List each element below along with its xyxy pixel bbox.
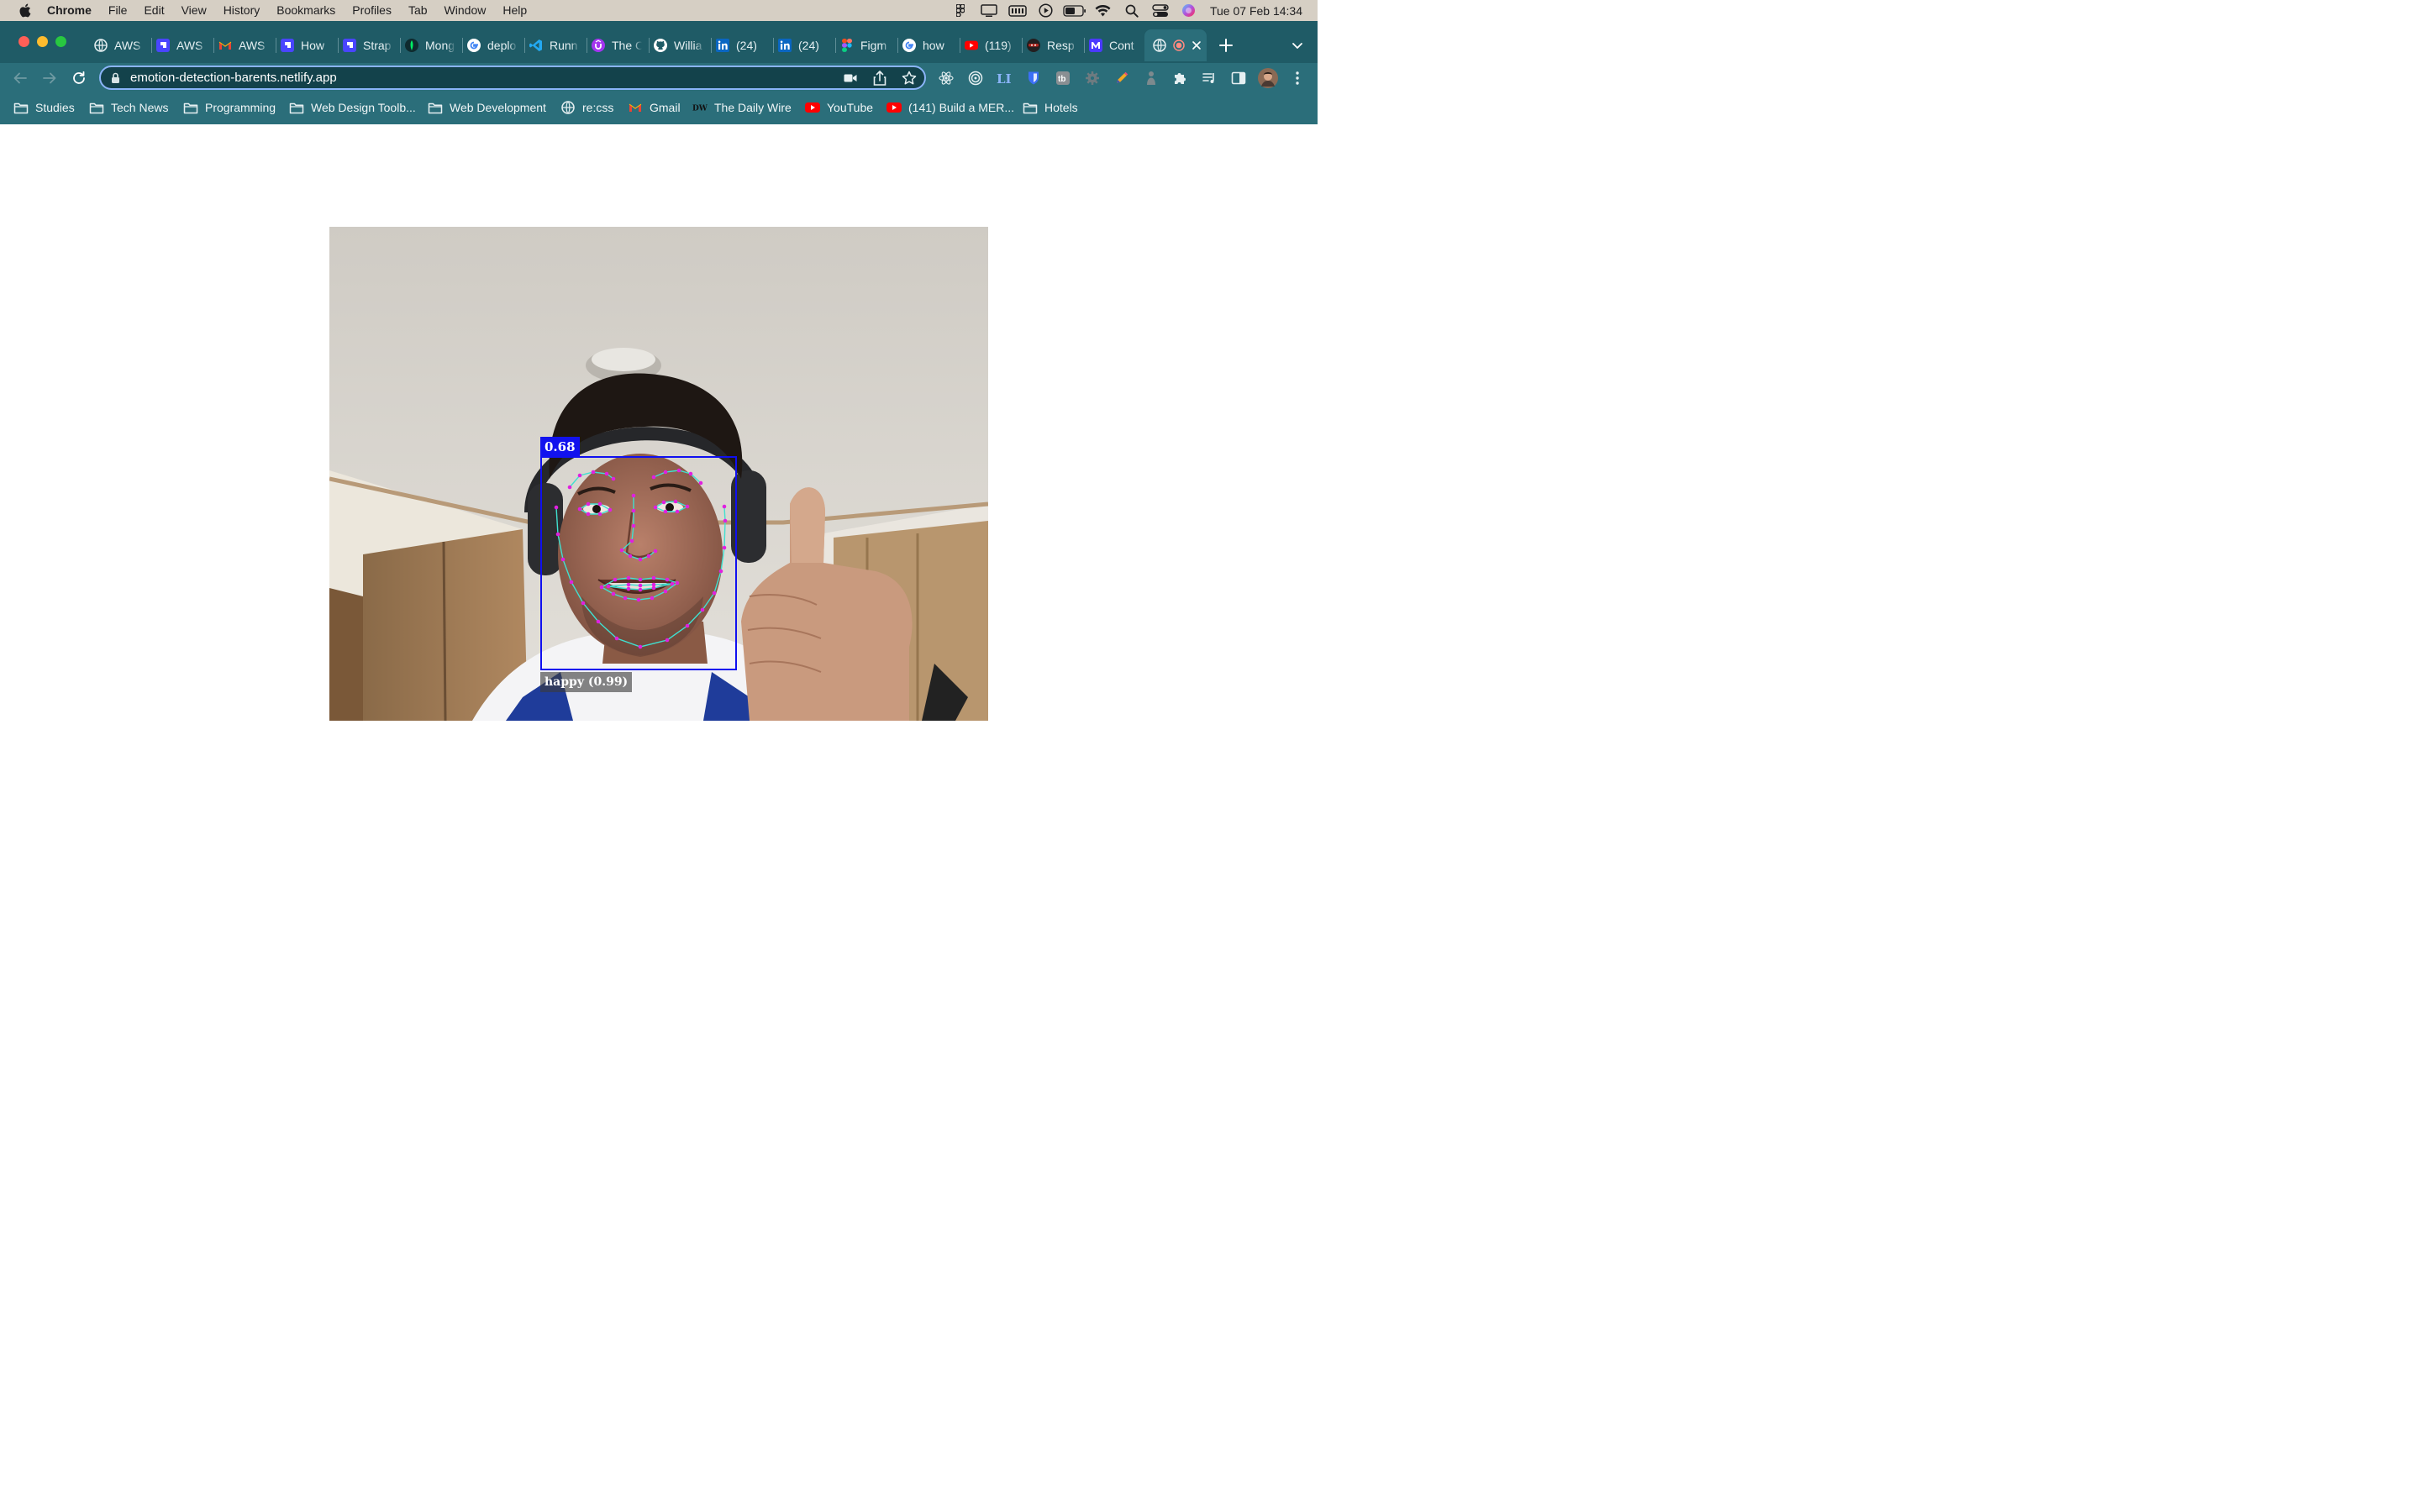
emotion-label: happy (0.99) bbox=[540, 672, 633, 692]
face-detection-box bbox=[540, 456, 737, 670]
detection-score-label: 0.68 bbox=[540, 437, 580, 458]
face-landmarks-overlay bbox=[554, 468, 728, 649]
